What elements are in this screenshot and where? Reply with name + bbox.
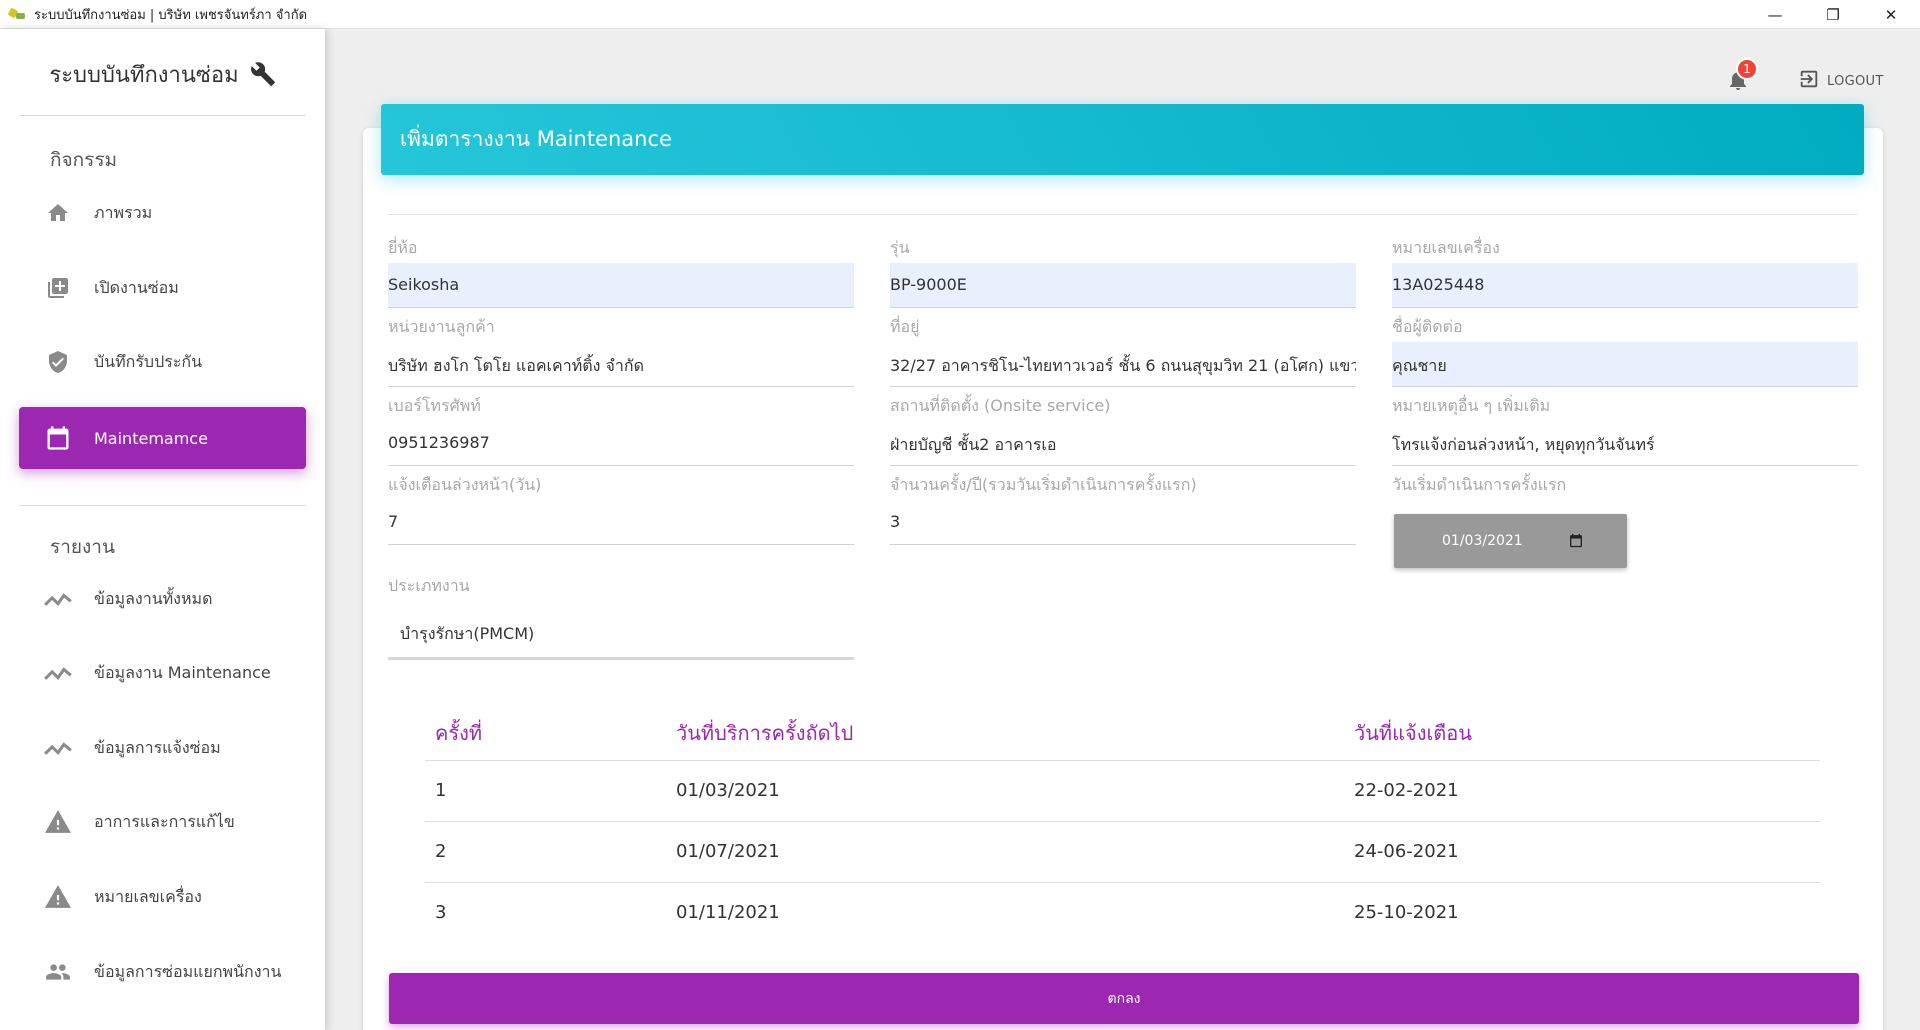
shield-check-icon	[39, 350, 77, 374]
window-controls: — ❐ ✕	[1746, 0, 1920, 29]
sidebar-item-label: บันทึกรับประกัน	[94, 351, 203, 371]
model-input[interactable]: BP-9000E	[890, 263, 1356, 308]
maximize-button[interactable]: ❐	[1804, 0, 1862, 29]
brand-input[interactable]: Seikosha	[388, 263, 854, 308]
table-cell-next-service: 01/03/2021	[676, 780, 780, 801]
sidebar-item-overview[interactable]: ภาพรวม	[19, 182, 306, 244]
sidebar-divider	[19, 115, 306, 116]
table-cell-notify-date: 24-06-2021	[1354, 841, 1459, 862]
times-per-year-label: จำนวนครั้ง/ปี(รวมวันเริ่มดำเนินการครั้งแ…	[890, 475, 1197, 494]
people-icon	[39, 962, 77, 982]
brand-label: ยี่ห้อ	[388, 238, 418, 257]
trending-up-icon	[39, 663, 77, 683]
sidebar-item-repair-requests[interactable]: ข้อมูลการแจ้งซ่อม	[19, 717, 306, 779]
customer-label: หน่วยงานลูกค้า	[388, 317, 495, 336]
warning-icon	[39, 885, 77, 909]
home-icon	[39, 201, 77, 225]
logout-label: LOGOUT	[1827, 73, 1884, 89]
table-cell-notify-date: 22-02-2021	[1354, 780, 1459, 801]
table-cell-round: 1	[435, 780, 447, 801]
sidebar-item-warranty[interactable]: บันทึกรับประกัน	[19, 331, 306, 393]
library-add-icon	[39, 276, 77, 300]
table-header-divider	[425, 760, 1820, 761]
submit-button[interactable]: ตกลง	[389, 973, 1859, 1024]
table-header-round: ครั้งที่	[435, 721, 483, 745]
sidebar-item-maintenance-data[interactable]: ข้อมูลงาน Maintenance	[19, 642, 306, 704]
logout-button[interactable]: LOGOUT	[1797, 68, 1884, 94]
remark-label: หมายเหตุอื่น ๆ เพิ่มเติม	[1392, 396, 1551, 415]
contact-input[interactable]: คุณชาย	[1392, 342, 1858, 387]
window-title: ระบบบันทึกงานซ่อม | บริษัท เพชรจันทร์ภา …	[34, 7, 308, 23]
section-title-activity: กิจกรรม	[50, 149, 118, 171]
sidebar: ระบบบันทึกงานซ่อม กิจกรรม ภาพรวม เปิดงาน…	[0, 29, 325, 1030]
brand-title: ระบบบันทึกงานซ่อม	[49, 63, 239, 88]
sidebar-item-by-employee[interactable]: ข้อมูลการซ่อมแยกพนักงาน	[19, 941, 306, 1003]
notify-days-label: แจ้งเตือนล่วงหน้า(วัน)	[388, 475, 542, 494]
phone-label: เบอร์โทรศัพท์	[388, 396, 481, 415]
card-header: เพิ่มตารางงาน Maintenance	[381, 104, 1864, 175]
page-title: เพิ่มตารางงาน Maintenance	[400, 127, 672, 151]
job-type-label: ประเภทงาน	[388, 576, 470, 595]
wrench-icon	[250, 60, 276, 88]
table-row-divider	[425, 821, 1820, 822]
table-cell-next-service: 01/07/2021	[676, 841, 780, 862]
address-input[interactable]: 32/27 อาคารชิโน-ไทยทาวเวอร์ ชั้น 6 ถนนสุ…	[890, 342, 1356, 387]
table-header-notify-date: วันที่แจ้งเตือน	[1354, 721, 1472, 745]
section-title-report: รายงาน	[50, 536, 115, 558]
table-cell-next-service: 01/11/2021	[676, 902, 780, 923]
sidebar-item-label: Maintemamce	[94, 428, 208, 448]
model-label: รุ่น	[890, 238, 910, 257]
sidebar-item-label: อาการและการแก้ไข	[94, 811, 235, 831]
table-cell-round: 2	[435, 841, 447, 862]
sidebar-item-label: ภาพรวม	[94, 202, 153, 222]
logout-icon	[1797, 68, 1821, 94]
warning-icon	[39, 810, 77, 834]
sidebar-item-label: ข้อมูลการซ่อมแยกพนักงาน	[94, 961, 282, 981]
sidebar-brand[interactable]: ระบบบันทึกงานซ่อม	[0, 57, 325, 92]
calendar-icon	[39, 424, 77, 452]
address-label: ที่อยู่	[890, 317, 920, 336]
app-logo-icon	[9, 7, 25, 21]
sidebar-item-serial-numbers[interactable]: หมายเลขเครื่อง	[19, 866, 306, 928]
start-date-value: 01/03/2021	[1442, 533, 1523, 549]
sidebar-item-label: เปิดงานซ่อม	[94, 277, 179, 297]
remark-input[interactable]: โทรแจ้งก่อนล่วงหน้า, หยุดทุกวันจันทร์	[1392, 421, 1858, 466]
job-type-field: ประเภทงาน บำรุงรักษา(PMCM)	[388, 574, 854, 660]
trending-up-icon	[39, 738, 77, 758]
start-date-picker[interactable]: 01/03/2021	[1394, 514, 1627, 568]
sidebar-divider	[19, 505, 306, 506]
close-button[interactable]: ✕	[1862, 0, 1920, 29]
header-divider	[388, 214, 1858, 215]
serial-label: หมายเลขเครื่อง	[1392, 238, 1500, 257]
sidebar-item-label: ข้อมูลการแจ้งซ่อม	[94, 737, 221, 757]
sidebar-item-label: ข้อมูลงาน Maintenance	[94, 662, 271, 682]
times-per-year-input[interactable]: 3	[890, 500, 1356, 545]
start-date-label: วันเริ่มดำเนินการครั้งแรก	[1392, 475, 1567, 494]
sidebar-item-label: หมายเลขเครื่อง	[94, 886, 202, 906]
sidebar-item-symptoms[interactable]: อาการและการแก้ไข	[19, 791, 306, 853]
onsite-input[interactable]: ฝ่ายบัญชี ชั้น2 อาคารเอ	[890, 421, 1356, 466]
sidebar-item-open-repair[interactable]: เปิดงานซ่อม	[19, 257, 306, 319]
sidebar-item-all-jobs[interactable]: ข้อมูลงานทั้งหมด	[19, 568, 306, 630]
phone-input[interactable]: 0951236987	[388, 421, 854, 466]
table-header-next-service: วันที่บริการครั้งถัดไป	[676, 721, 854, 745]
job-type-select[interactable]: บำรุงรักษา(PMCM)	[388, 604, 854, 660]
customer-input[interactable]: บริษัท ฮงโก โตโย แอคเคาท์ติ้ง จำกัด	[388, 342, 854, 387]
serial-input[interactable]: 13A025448	[1392, 263, 1858, 308]
table-cell-round: 3	[435, 902, 447, 923]
contact-label: ชื่อผู้ติดต่อ	[1392, 317, 1463, 336]
sidebar-item-maintenance[interactable]: Maintemamce	[19, 407, 306, 469]
trending-up-icon	[39, 589, 77, 609]
calendar-icon[interactable]	[1568, 532, 1584, 553]
notify-days-input[interactable]: 7	[388, 500, 854, 545]
minimize-button[interactable]: —	[1746, 0, 1804, 29]
onsite-label: สถานที่ติดตั้ง (Onsite service)	[890, 396, 1111, 415]
table-row-divider	[425, 882, 1820, 883]
window-titlebar: ระบบบันทึกงานซ่อม | บริษัท เพชรจันทร์ภา …	[0, 0, 1920, 29]
table-cell-notify-date: 25-10-2021	[1354, 902, 1459, 923]
sidebar-item-label: ข้อมูลงานทั้งหมด	[94, 588, 213, 608]
notification-badge: 1	[1736, 58, 1758, 80]
